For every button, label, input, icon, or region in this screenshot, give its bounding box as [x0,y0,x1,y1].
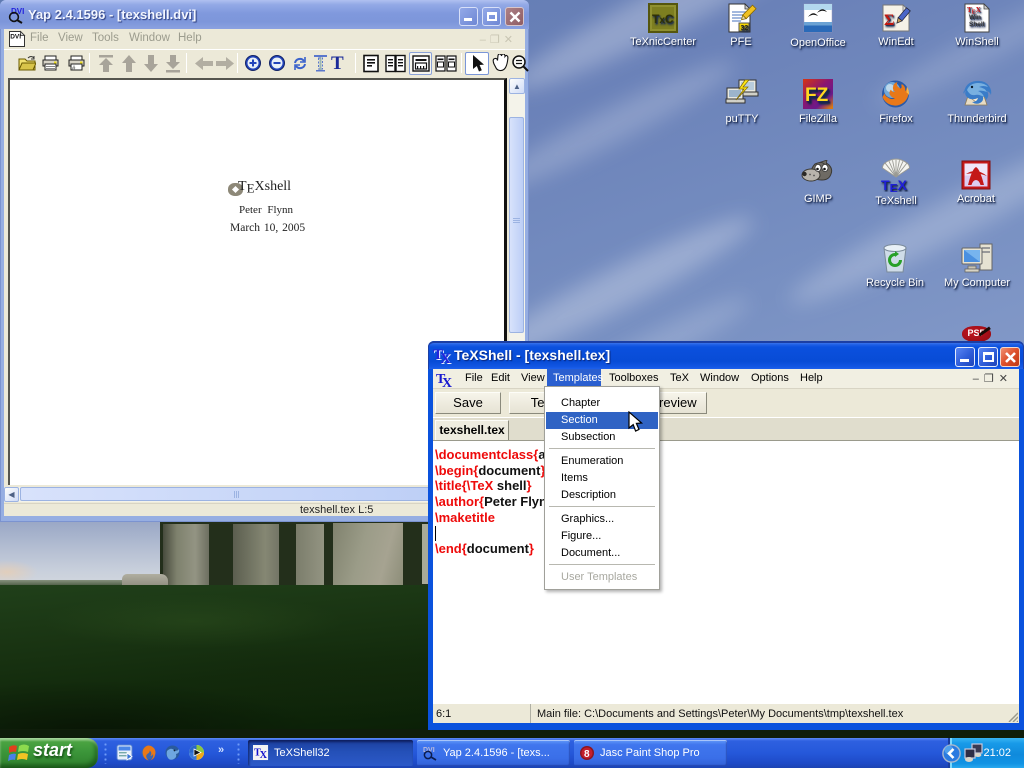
svg-text:DVI: DVI [10,34,21,41]
svg-text:TxC: TxC [652,12,674,26]
svg-text:X: X [260,750,268,761]
svg-text:32: 32 [741,25,749,32]
svg-text:TEX: TEX [881,177,908,192]
svg-text:X: X [440,351,451,365]
svg-text:Shell: Shell [969,21,985,28]
svg-text:Σ: Σ [884,12,894,29]
svg-text:FZ: FZ [805,85,829,106]
svg-text:X: X [442,376,452,388]
svg-text:Win: Win [969,14,981,21]
svg-text:8: 8 [584,749,590,760]
